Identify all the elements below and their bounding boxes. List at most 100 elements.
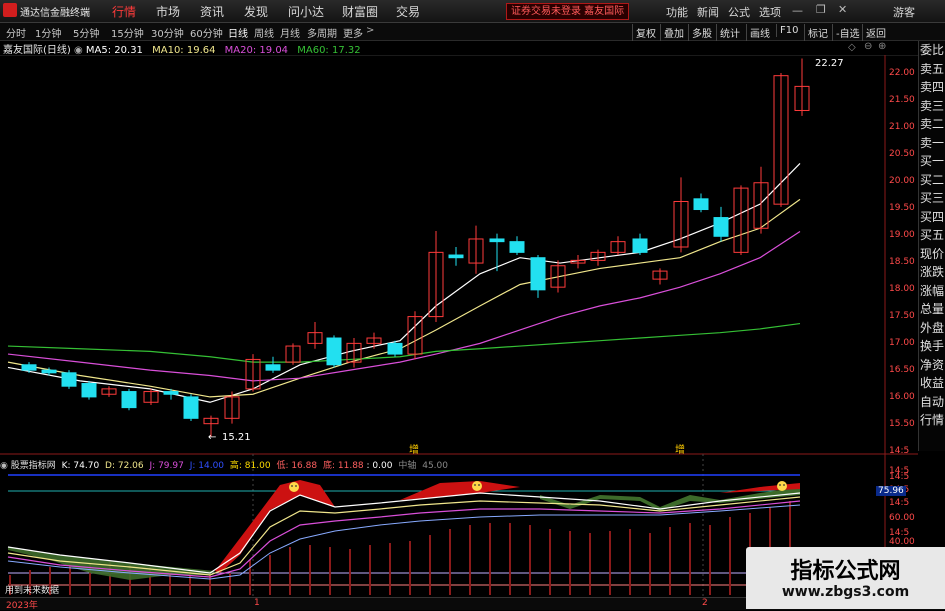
kline-chart[interactable] <box>0 55 918 597</box>
side-panel-item[interactable]: 买五 <box>919 226 945 245</box>
k-line <box>7 492 801 574</box>
restore-icon[interactable]: ❐ <box>816 3 826 16</box>
menu-market-quotes[interactable]: 行情 <box>112 3 136 20</box>
statistics-button[interactable]: 统计 <box>716 24 743 41</box>
mark-button[interactable]: 标记 <box>804 24 831 41</box>
chart-header: 嘉友国际(日线) ◉ MA5: 20.31 MA10: 19.64 MA20: … <box>0 41 361 56</box>
f10-button[interactable]: F10 <box>776 24 801 37</box>
period-more[interactable]: 更多 <box>343 25 363 40</box>
side-panel-item[interactable]: 外盘 <box>919 319 945 338</box>
side-panel-item[interactable]: 卖三 <box>919 97 945 116</box>
low-value: 低: 16.88 <box>276 461 318 471</box>
side-panel-item[interactable]: 买三 <box>919 189 945 208</box>
menu-function[interactable]: 功能 <box>666 4 688 20</box>
indicator-name[interactable]: 股票指标网 <box>11 461 56 471</box>
indicator-axis-label: 75.96 <box>876 486 906 496</box>
side-panel-item[interactable]: 换手 <box>919 337 945 356</box>
watchlist-button[interactable]: -自选 <box>832 24 863 41</box>
side-panel-item[interactable]: 涨跌 <box>919 263 945 282</box>
year-label: 2023年 <box>6 601 38 611</box>
high-price-mark: 22.27 <box>815 58 844 69</box>
future-data-note: 用到未来数据 <box>5 586 60 596</box>
zoom-in-icon[interactable]: ⊕ <box>878 41 886 52</box>
indicator-axis-label: 14:5 <box>889 472 910 482</box>
period-60min[interactable]: 60分钟 <box>190 25 223 40</box>
menu-discover[interactable]: 发现 <box>244 3 268 20</box>
candlestick <box>326 337 342 366</box>
period-monthly[interactable]: 月线 <box>280 25 300 40</box>
menu-wealth[interactable]: 财富圈 <box>342 3 378 20</box>
period-5min[interactable]: 5分钟 <box>73 25 99 40</box>
period-30min[interactable]: 30分钟 <box>151 25 184 40</box>
d-value: D: 72.06 <box>105 461 144 471</box>
period-weekly[interactable]: 周线 <box>254 25 274 40</box>
settings-dot-icon[interactable]: ◉ <box>0 461 11 471</box>
smiley-icon <box>289 482 299 492</box>
candlestick <box>21 364 37 371</box>
menu-market[interactable]: 市场 <box>156 3 180 20</box>
zoom-out-icon[interactable]: ⊖ <box>864 41 872 52</box>
guest-user[interactable]: 游客 <box>893 4 915 20</box>
period-15min[interactable]: 15分钟 <box>111 25 144 40</box>
side-panel-item[interactable]: 自动 <box>919 393 945 412</box>
period-multi[interactable]: 多周期 <box>307 25 337 40</box>
side-panel-item[interactable]: 卖二 <box>919 115 945 134</box>
multi-stock-button[interactable]: 多股 <box>688 24 715 41</box>
close-icon[interactable]: ✕ <box>838 3 847 16</box>
price-axis-label: 21.50 <box>889 95 915 105</box>
overlay-button[interactable]: 叠加 <box>660 24 687 41</box>
event-marker[interactable]: 增 <box>675 441 685 456</box>
price-axis-label: 19.00 <box>889 230 915 240</box>
candlestick <box>448 254 464 259</box>
event-marker[interactable]: 增 <box>409 441 419 456</box>
side-panel-item[interactable]: 买一 <box>919 152 945 171</box>
candlestick <box>489 238 505 243</box>
month-label: 1 <box>254 598 260 608</box>
side-panel-item[interactable]: 买四 <box>919 208 945 227</box>
candlestick <box>509 241 525 253</box>
price-axis-label: 14:5 <box>889 446 910 456</box>
smiley-icon <box>472 481 482 491</box>
side-panel-item[interactable]: 卖四 <box>919 78 945 97</box>
menu-ask[interactable]: 问小达 <box>288 3 324 20</box>
side-panel-item[interactable]: 涨幅 <box>919 282 945 301</box>
login-status[interactable]: 证券交易未登录 嘉友国际 <box>506 3 630 20</box>
price-axis-label: 15.50 <box>889 419 915 429</box>
candlestick <box>265 364 281 371</box>
minimize-icon[interactable]: — <box>792 4 803 17</box>
candlestick <box>183 396 199 419</box>
draw-line-button[interactable]: 画线 <box>746 24 773 41</box>
menu-news-top[interactable]: 新闻 <box>697 4 719 20</box>
side-panel-item[interactable]: 现价 <box>919 245 945 264</box>
period-daily[interactable]: 日线 <box>228 25 248 40</box>
chevron-right-icon[interactable]: > <box>366 25 374 36</box>
side-panel-item[interactable]: 行情 <box>919 411 945 430</box>
price-axis-label: 21.00 <box>889 122 915 132</box>
side-panel-item[interactable]: 总量 <box>919 300 945 319</box>
indicator-axis-label: 40.00 <box>889 537 915 547</box>
menu-trade[interactable]: 交易 <box>396 3 420 20</box>
side-panel-item[interactable]: 卖一 <box>919 134 945 153</box>
adjust-button[interactable]: 复权 <box>632 24 659 41</box>
smiley-eye <box>779 484 781 486</box>
menu-news[interactable]: 资讯 <box>200 3 224 20</box>
side-panel-item[interactable]: 委比 <box>919 41 945 60</box>
mid-axis-label: 中轴 <box>398 461 417 471</box>
back-button[interactable]: 返回 <box>862 24 889 41</box>
side-panel-item[interactable]: 收益 <box>919 374 945 393</box>
low-price-mark: 15.21 <box>222 432 251 443</box>
side-panel-item[interactable]: 卖五 <box>919 60 945 79</box>
diamond-icon[interactable]: ◇ <box>848 42 856 53</box>
smiley-icon <box>777 481 787 491</box>
side-panel-item[interactable]: 买二 <box>919 171 945 190</box>
period-1min[interactable]: 1分钟 <box>35 25 61 40</box>
bottom-value: 底: 11.88 <box>322 461 364 471</box>
menu-options[interactable]: 选项 <box>759 4 781 20</box>
price-axis-label: 20.00 <box>889 176 915 186</box>
side-panel-item[interactable]: 净资 <box>919 356 945 375</box>
smiley-eye <box>478 484 480 486</box>
candlestick <box>41 369 57 374</box>
price-axis-label: 20.50 <box>889 149 915 159</box>
period-intraday[interactable]: 分时 <box>6 25 26 40</box>
menu-formula[interactable]: 公式 <box>728 4 750 20</box>
